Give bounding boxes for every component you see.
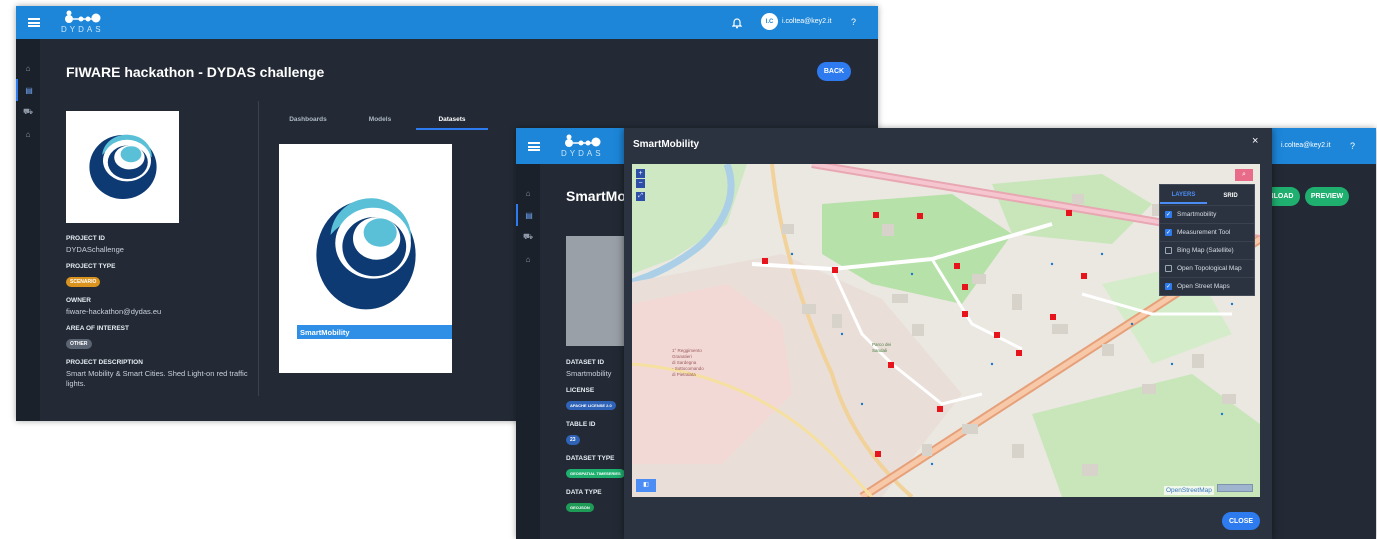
layer-label: Open Street Maps	[1177, 283, 1230, 290]
close-button[interactable]: CLOSE	[1222, 512, 1260, 530]
dydas-emblem	[88, 134, 157, 199]
description-label: PROJECT DESCRIPTION	[66, 359, 143, 366]
home-icon[interactable]: ⌂	[16, 57, 40, 79]
front-sidebar: ⌂ ▤ ⛟ ⌂	[516, 164, 540, 539]
dataset-card-label: SmartMobility	[297, 325, 452, 339]
owner-label: OWNER	[66, 297, 91, 304]
back-button[interactable]: BACK	[817, 62, 851, 81]
dataset-tabs: Dashboards Models Datasets	[272, 116, 488, 130]
tab-layers[interactable]: LAYERS	[1160, 187, 1207, 204]
tab-models[interactable]: Models	[344, 116, 416, 130]
owner-value: fiware-hackathon@dydas.eu	[66, 307, 162, 316]
project-type-label: PROJECT TYPE	[66, 263, 116, 270]
front-window: DYDAS i.coltea@key2.it ? ⌂ ▤ ⛟ ⌂ SmartMo…	[516, 128, 1376, 539]
dydas-logo[interactable]: DYDAS	[61, 10, 104, 34]
project-type-badge: SCENARIO	[66, 277, 101, 287]
layer-measurement-tool[interactable]: ✓ Measurement Tool	[1160, 223, 1254, 241]
table-id-badge: 23	[566, 435, 580, 445]
svg-text:Granatieri: Granatieri	[672, 354, 692, 359]
user-email[interactable]: i.coltea@key2.it	[782, 18, 832, 25]
dydas-logo[interactable]: DYDAS	[561, 134, 604, 158]
checkbox-checked-icon[interactable]: ✓	[1165, 283, 1172, 290]
project-details: PROJECT ID DYDASchallenge PROJECT TYPE S…	[66, 235, 256, 389]
svg-text:di Sardegna: di Sardegna	[672, 360, 697, 365]
svg-text:Sandali: Sandali	[872, 348, 887, 353]
help-icon[interactable]: ?	[851, 17, 856, 27]
license-badge: APACHE LICENSE 2.0	[566, 401, 616, 410]
svg-text:Parco dei: Parco dei	[872, 342, 891, 347]
logo-graphic	[565, 134, 601, 147]
map-modal: SmartMobility × 1° Reggimento Granatieri…	[624, 128, 1272, 539]
projects-icon[interactable]: ▤	[16, 79, 40, 101]
measure-tool-button[interactable]: ◧	[636, 479, 656, 492]
cart-icon[interactable]: ⛟	[16, 101, 40, 123]
layer-label: Open Topological Map	[1177, 265, 1242, 272]
tab-srid[interactable]: SRID	[1207, 188, 1254, 203]
svg-text:di Pietralata: di Pietralata	[672, 372, 696, 377]
help-icon[interactable]: ?	[1350, 141, 1355, 151]
layer-panel: LAYERS SRID ✓ Smartmobility ✓ Measurement …	[1159, 184, 1255, 296]
layer-label: Smartmobility	[1177, 211, 1217, 218]
data-type-badge: GEOJSON	[566, 503, 594, 512]
map-view[interactable]: 1° Reggimento Granatieri di Sardegna - S…	[632, 164, 1260, 497]
area-label: AREA OF INTEREST	[66, 325, 129, 332]
zoom-in-button[interactable]: +	[636, 169, 645, 178]
avatar[interactable]: I.C	[761, 13, 778, 30]
menu-icon[interactable]	[528, 142, 540, 151]
modal-title: SmartMobility	[633, 139, 700, 150]
svg-text:1° Reggimento: 1° Reggimento	[672, 348, 702, 353]
menu-icon[interactable]	[28, 18, 40, 27]
bell-icon[interactable]	[731, 16, 743, 34]
dataset-type-badge: GEOSPATIAL TIMESERIES	[566, 469, 625, 478]
project-id-value: DYDASchallenge	[66, 245, 124, 254]
logo-graphic	[65, 10, 101, 23]
page-title: FIWARE hackathon - DYDAS challenge	[66, 64, 325, 80]
dataset-card[interactable]: SmartMobility	[279, 144, 452, 373]
store-icon[interactable]: ⌂	[516, 248, 540, 270]
description-value: Smart Mobility & Smart Cities. Shed Ligh…	[66, 369, 248, 388]
tab-dashboards[interactable]: Dashboards	[272, 116, 344, 130]
checkbox-checked-icon[interactable]: ✓	[1165, 229, 1172, 236]
home-icon[interactable]: ⌂	[516, 182, 540, 204]
logo-text: DYDAS	[61, 25, 104, 34]
layer-open-topological-map[interactable]: Open Topological Map	[1160, 259, 1254, 277]
tab-datasets[interactable]: Datasets	[416, 116, 488, 130]
area-badge: OTHER	[66, 339, 92, 349]
content-divider	[258, 101, 259, 396]
project-id-label: PROJECT ID	[66, 235, 106, 242]
zoom-out-button[interactable]: −	[636, 179, 645, 188]
search-icon[interactable]: ⌕	[1235, 169, 1253, 181]
svg-text:- Sottocomando: - Sottocomando	[672, 366, 704, 371]
dataset-emblem	[316, 198, 416, 310]
map-attribution[interactable]: OpenStreetMap	[1164, 486, 1214, 495]
close-icon[interactable]: ×	[1252, 135, 1258, 147]
layer-smartmobility[interactable]: ✓ Smartmobility	[1160, 205, 1254, 223]
store-icon[interactable]: ⌂	[16, 123, 40, 145]
layer-bing-map[interactable]: Bing Map (Satellite)	[1160, 241, 1254, 259]
cart-icon[interactable]: ⛟	[516, 226, 540, 248]
layer-panel-tabs: LAYERS SRID	[1160, 185, 1254, 205]
layer-label: Measurement Tool	[1177, 229, 1231, 236]
logo-text: DYDAS	[561, 149, 604, 158]
checkbox-unchecked-icon[interactable]	[1165, 265, 1172, 272]
layer-open-street-maps[interactable]: ✓ Open Street Maps	[1160, 277, 1254, 295]
project-image	[66, 111, 179, 223]
checkbox-unchecked-icon[interactable]	[1165, 247, 1172, 254]
projects-icon[interactable]: ▤	[516, 204, 540, 226]
page-title: SmartMo	[566, 188, 626, 204]
back-topbar: DYDAS I.C i.coltea@key2.it ?	[16, 6, 878, 39]
scale-bar	[1217, 484, 1253, 492]
preview-button[interactable]: PREVIEW	[1305, 187, 1349, 206]
layer-label: Bing Map (Satellite)	[1177, 247, 1234, 254]
checkbox-checked-icon[interactable]: ✓	[1165, 211, 1172, 218]
zoom-controls: + − ⤢	[636, 169, 645, 202]
user-email[interactable]: i.coltea@key2.it	[1281, 142, 1331, 149]
back-sidebar: ⌂ ▤ ⛟ ⌂	[16, 39, 40, 421]
fullscreen-icon[interactable]: ⤢	[636, 192, 645, 201]
